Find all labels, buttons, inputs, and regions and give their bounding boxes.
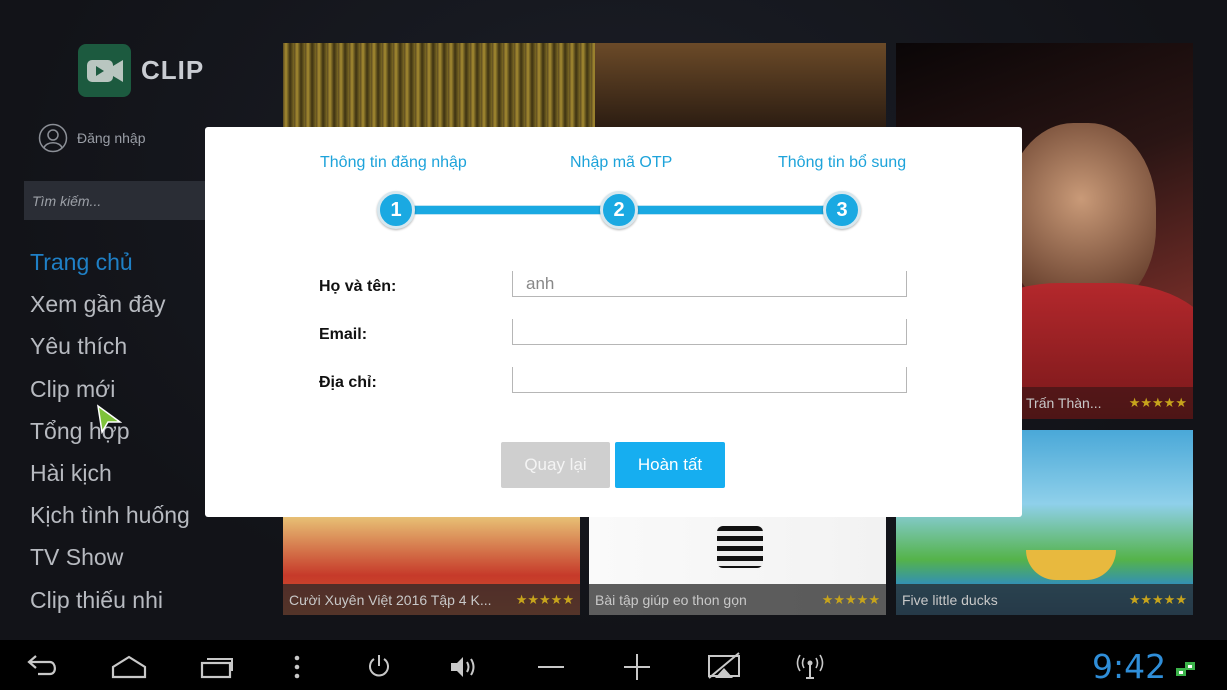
- address-label: Địa chỉ:: [319, 374, 377, 391]
- step-label-login-info: Thông tin đăng nhập: [320, 154, 467, 171]
- email-input[interactable]: [512, 319, 907, 345]
- sidebar-item-kich-tinh-huong[interactable]: Kịch tình huống: [30, 497, 190, 539]
- step-circle-2: 2: [600, 191, 638, 229]
- rating-stars: ★★★★★: [1128, 591, 1187, 607]
- registration-dialog: Thông tin đăng nhập Nhập mã OTP Thông ti…: [205, 127, 1022, 517]
- full-name-label: Họ và tên:: [319, 278, 397, 295]
- step-circle-1: 1: [377, 191, 415, 229]
- rating-stars: ★★★★★: [515, 591, 574, 607]
- thumbnail-caption: Five little ducks ★★★★★: [896, 584, 1193, 615]
- overflow-menu-icon[interactable]: [290, 652, 304, 682]
- network-status-icon[interactable]: [1175, 655, 1197, 685]
- full-name-input[interactable]: [512, 271, 907, 297]
- recent-apps-icon[interactable]: [198, 652, 234, 682]
- system-clock: 9:42: [1092, 647, 1167, 686]
- sidebar-item-yeu-thich[interactable]: Yêu thích: [30, 328, 190, 370]
- step-label-otp: Nhập mã OTP: [570, 154, 673, 171]
- volume-up-icon[interactable]: [622, 652, 652, 682]
- finish-button[interactable]: Hoàn tất: [615, 442, 725, 488]
- thumbnail-caption: Cười Xuyên Việt 2016 Tập 4 K... ★★★★★: [283, 584, 580, 615]
- step-circle-3: 3: [823, 191, 861, 229]
- rating-stars: ★★★★★: [1128, 395, 1187, 410]
- video-title: Cười Xuyên Việt 2016 Tập 4 K...: [289, 591, 492, 608]
- video-title: Bài tập giúp eo thon gọn: [595, 591, 747, 608]
- rating-stars: ★★★★★: [821, 591, 880, 607]
- video-camera-icon: [78, 44, 131, 97]
- app-logo[interactable]: CLIP: [78, 44, 204, 97]
- mouse-pointer-icon: [96, 404, 122, 434]
- sidebar-item-trang-chu[interactable]: Trang chủ: [30, 244, 190, 286]
- system-navigation-bar: [0, 640, 1227, 690]
- address-input[interactable]: [512, 367, 907, 393]
- user-icon: [38, 123, 68, 153]
- sidebar-item-hai-kich[interactable]: Hài kịch: [30, 455, 190, 497]
- volume-icon[interactable]: [448, 652, 480, 682]
- sidebar-item-tv-show[interactable]: TV Show: [30, 539, 190, 581]
- search-input[interactable]: [24, 181, 214, 220]
- video-thumbnail[interactable]: [283, 43, 886, 127]
- step-label-additional-info: Thông tin bổ sung: [778, 154, 907, 171]
- thumbnail-caption: Bài tập giúp eo thon gọn ★★★★★: [589, 584, 886, 615]
- back-icon[interactable]: [26, 650, 60, 680]
- logo-text: CLIP: [141, 55, 205, 85]
- video-thumbnail[interactable]: Bài tập giúp eo thon gọn ★★★★★: [589, 516, 886, 615]
- wireless-signal-icon[interactable]: [796, 652, 824, 682]
- sidebar-item-xem-gan-day[interactable]: Xem gần đây: [30, 286, 190, 328]
- video-title: Five little ducks: [902, 591, 998, 608]
- email-label: Email:: [319, 326, 368, 343]
- back-button[interactable]: Quay lại: [501, 442, 610, 488]
- screen-cast-off-icon[interactable]: [706, 651, 742, 681]
- login-label: Đăng nhập: [77, 130, 146, 146]
- sidebar-item-clip-thieu-nhi[interactable]: Clip thiếu nhi: [30, 582, 190, 624]
- home-icon[interactable]: [110, 652, 148, 682]
- volume-down-icon[interactable]: [536, 652, 566, 682]
- video-thumbnail[interactable]: Cười Xuyên Việt 2016 Tập 4 K... ★★★★★: [283, 516, 580, 615]
- login-link[interactable]: Đăng nhập: [38, 123, 146, 153]
- power-icon[interactable]: [365, 651, 393, 681]
